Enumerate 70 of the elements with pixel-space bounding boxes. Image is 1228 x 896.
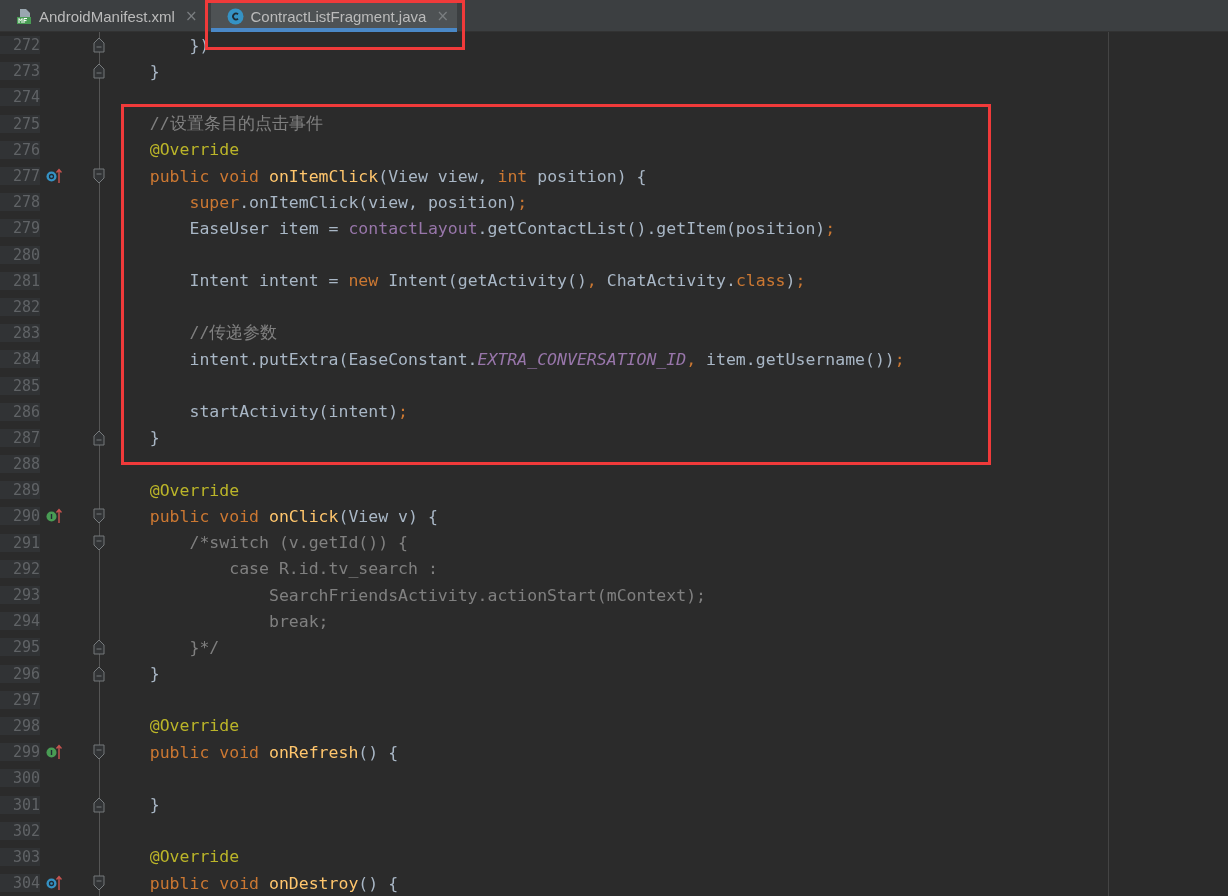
fold-end-icon[interactable] — [93, 63, 105, 80]
xml-file-icon — [16, 7, 33, 25]
keyword-text: int — [497, 166, 529, 186]
method-name: onRefresh — [268, 742, 359, 762]
method-name: onDestroy — [268, 873, 359, 893]
annotation-text: @Override — [148, 716, 240, 736]
code-text: () { — [358, 873, 399, 893]
comment-text: //传递参数 — [188, 323, 278, 343]
fold-end-icon[interactable] — [93, 796, 105, 813]
code-text: intent.putExtra(EaseConstant. — [188, 349, 478, 369]
code-text: } — [148, 795, 160, 815]
method-name: onClick — [268, 506, 339, 526]
implement-marker-icon[interactable] — [46, 744, 62, 761]
method-name: onItemClick — [268, 166, 379, 186]
field-name: contactLayout — [348, 218, 478, 238]
comment-text: //设置条目的点击事件 — [148, 113, 323, 133]
keyword-text: class — [735, 271, 786, 291]
code-text: EaseUser item = — [188, 218, 340, 238]
code-text: .getContactList().getItem(position) — [477, 218, 826, 238]
keyword-text: , — [586, 271, 598, 291]
keyword-text: ; — [795, 271, 806, 291]
comment-text: case R.id.tv_search : — [228, 559, 438, 579]
code-text: ) — [785, 271, 796, 291]
keyword-text: ; — [517, 192, 528, 212]
code-text: Intent intent = — [188, 271, 340, 291]
comment-text: }*/ — [188, 637, 220, 657]
keyword-text: new — [348, 271, 380, 291]
keyword-text: public void — [148, 166, 260, 186]
override-marker-icon[interactable] — [46, 168, 62, 185]
annotation-text: @Override — [148, 140, 240, 160]
code-text: () { — [358, 742, 399, 762]
code-text: Intent(getActivity() — [388, 271, 587, 291]
fold-collapse-icon[interactable] — [93, 508, 105, 525]
fold-collapse-icon[interactable] — [93, 534, 105, 551]
annotation-text: @Override — [148, 480, 240, 500]
keyword-text: super — [188, 192, 240, 212]
comment-text: SearchFriendsActivity.actionStart(mContext); — [267, 585, 707, 605]
close-icon[interactable]: × — [184, 7, 198, 25]
code-text: (View view, — [378, 166, 489, 186]
code-text: position) { — [537, 166, 647, 186]
keyword-text: ; — [398, 402, 409, 422]
keyword-text: ; — [894, 349, 905, 369]
code-text: .onItemClick(view, position) — [239, 192, 518, 212]
code-text: } — [148, 61, 160, 81]
keyword-text: , — [686, 349, 698, 369]
annotation-text: @Override — [148, 847, 240, 867]
fold-end-icon[interactable] — [93, 665, 105, 682]
code-text: (View v) { — [338, 506, 438, 526]
comment-text: /*switch (v.getId()) { — [188, 533, 408, 553]
code-text: } — [148, 664, 160, 684]
keyword-text: public void — [148, 506, 260, 526]
comment-text: break; — [267, 611, 329, 631]
fold-end-icon[interactable] — [93, 639, 105, 656]
fold-end-icon[interactable] — [93, 429, 105, 446]
keyword-text: ; — [825, 218, 836, 238]
keyword-text: public void — [148, 873, 260, 893]
override-marker-icon[interactable] — [46, 875, 62, 892]
implement-marker-icon[interactable] — [46, 508, 62, 525]
code-text: item.getUsername()) — [706, 349, 895, 369]
editor-tab[interactable]: AndroidManifest.xml × — [0, 0, 206, 32]
fold-end-icon[interactable] — [93, 37, 105, 54]
constant-name: EXTRA_CONVERSATION_ID — [477, 349, 687, 369]
code-text: startActivity(intent) — [188, 402, 399, 422]
code-text: ChatActivity. — [606, 271, 736, 291]
code-text: } — [148, 428, 160, 448]
class-file-icon — [227, 7, 245, 25]
fold-collapse-icon[interactable] — [93, 168, 105, 185]
fold-collapse-icon[interactable] — [93, 744, 105, 761]
keyword-text: public void — [148, 742, 260, 762]
fold-collapse-icon[interactable] — [93, 875, 105, 892]
